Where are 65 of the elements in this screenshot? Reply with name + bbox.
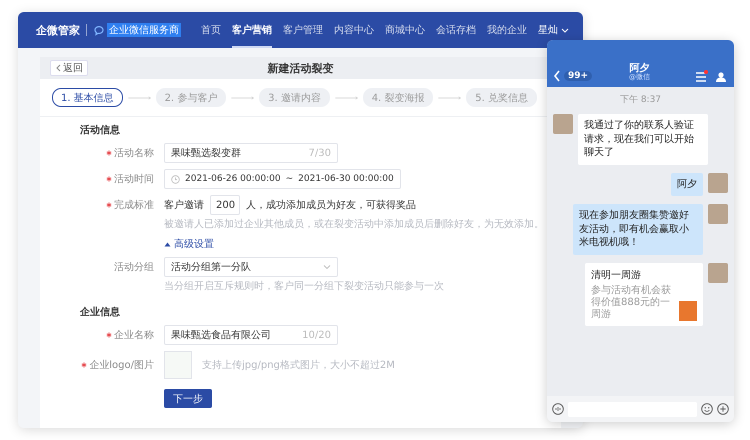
field-label: 完成标准	[114, 198, 154, 212]
text-input-field[interactable]: 果味甄选食品有限公司 10/20	[164, 325, 338, 345]
date-separator: ~	[286, 174, 294, 184]
menu-icon[interactable]	[696, 72, 706, 82]
field-hint: 被邀请人已添加过企业其他成员，或在裂变活动中添加成员后删除好友，为无效添加。	[164, 218, 544, 231]
message-bubble: 我通过了你的联系人验证请求，现在我们可以开始聊天了	[578, 114, 708, 164]
start-date: 2021-06-26 00:00:00	[185, 174, 281, 184]
end-date: 2021-06-30 00:00:00	[298, 174, 394, 184]
voice-icon[interactable]	[552, 403, 564, 415]
field-hint: 当分组开启互斥规则时，客户同一分组下裂变活动只能参与一次	[164, 280, 444, 293]
message-bubble: 阿夕	[671, 172, 703, 196]
field-label: 企业logo/图片	[89, 358, 154, 372]
number-input-field[interactable]: 200	[210, 195, 240, 215]
field-label: 活动名称	[114, 147, 154, 160]
caret-icon[interactable]	[561, 26, 569, 34]
message-bubble: 现在参加朋友圈集赞邀好友活动，即有机会赢取小米电视机哦！	[573, 204, 703, 254]
nav-tab[interactable]: 内容中心	[334, 12, 374, 48]
text-input-field[interactable]: 果味甄选裂变群 7/30	[164, 143, 338, 163]
advanced-settings-link[interactable]: 高级设置	[164, 237, 214, 251]
nav-tab[interactable]: 我的企业	[487, 12, 527, 48]
nav-tab[interactable]: 客户管理	[283, 12, 323, 48]
partner-badge: 企业微信服务商	[107, 23, 181, 37]
image-placeholder	[679, 300, 697, 320]
character-counter: 10/20	[302, 330, 331, 340]
step-arrow	[231, 96, 254, 100]
field-label: 活动分组	[114, 261, 154, 274]
link-card[interactable]: 清明一周游 参与活动有机会获得价值888元的一周游	[585, 262, 703, 326]
nav-tab[interactable]: 商城中心	[385, 12, 425, 48]
unread-count-badge: 99+	[564, 71, 592, 81]
clock-icon	[171, 174, 180, 184]
step-tab[interactable]: 1. 基本信息	[52, 88, 123, 107]
page-title: 新建活动裂变	[268, 60, 334, 76]
nav-tab[interactable]: 会话存档	[436, 12, 476, 48]
criteria-prefix: 客户邀请	[164, 198, 204, 212]
chevron-left-icon	[55, 64, 62, 72]
character-counter: 7/30	[308, 148, 331, 158]
nav-tab[interactable]: 首页	[201, 12, 221, 48]
section-title: 企业信息	[80, 306, 121, 319]
image-thumbnail[interactable]	[164, 351, 192, 379]
section-title: 活动信息	[80, 124, 121, 137]
field-label: 活动时间	[114, 172, 154, 186]
field-label: 企业名称	[114, 328, 154, 342]
plus-icon[interactable]	[717, 403, 729, 415]
criteria-suffix: 人，成功添加成员为好友，可获得奖品	[246, 198, 416, 212]
next-step-button[interactable]: 下一步	[164, 389, 212, 408]
emoji-icon[interactable]	[701, 403, 713, 415]
user-name[interactable]: 星灿	[538, 23, 558, 37]
step-arrow	[438, 96, 462, 100]
nav-tab[interactable]: 客户营销	[232, 12, 272, 48]
chevron-down-icon	[323, 264, 331, 270]
select-dropdown[interactable]: 活动分组第一分队	[164, 257, 338, 277]
back-button[interactable]: 返回	[50, 60, 88, 76]
upload-hint: 支持上传jpg/png格式图片，大小不超过2M	[202, 358, 395, 372]
card-title: 清明一周游	[591, 268, 642, 282]
person-icon[interactable]	[716, 72, 726, 82]
contact-name: 阿夕	[630, 63, 650, 74]
triangle-up-icon	[164, 240, 171, 248]
back-icon[interactable]	[553, 70, 561, 82]
date-range-field[interactable]: 2021-06-26 00:00:00 ~ 2021-06-30 00:00:00	[164, 169, 401, 189]
step-arrow	[334, 96, 358, 100]
app-logo: 企微管家	[36, 22, 80, 38]
card-description: 参与活动有机会获得价值888元的一周游	[591, 284, 672, 320]
message-time: 下午 8:37	[618, 94, 662, 106]
step-arrow	[128, 96, 151, 100]
chat-bubble-icon	[93, 24, 105, 36]
